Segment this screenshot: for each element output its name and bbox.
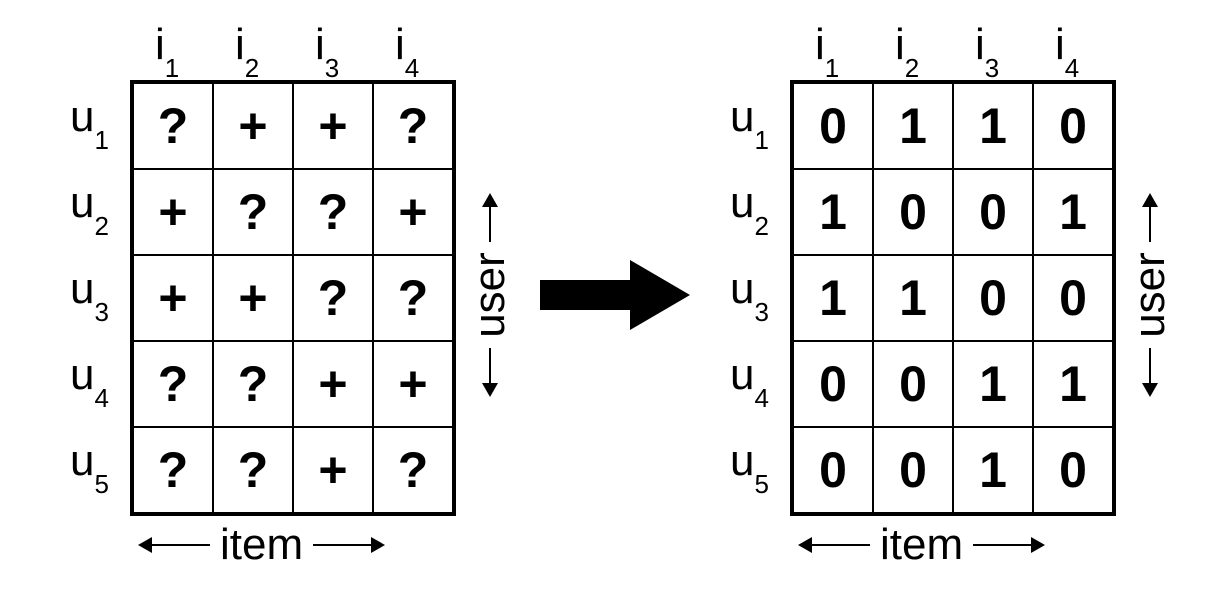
matrix-cell: + [373, 341, 453, 427]
matrix-cell: 1 [953, 341, 1033, 427]
row-header: u4 [730, 350, 769, 406]
user-axis-label: user [465, 195, 515, 395]
matrix-cell: + [213, 255, 293, 341]
matrix-cell: 0 [1033, 83, 1113, 169]
matrix-cell: + [213, 83, 293, 169]
matrix-cell: + [373, 169, 453, 255]
matrix-cell: 1 [793, 169, 873, 255]
item-axis-label: item [800, 520, 1043, 570]
row-header: u1 [70, 92, 109, 148]
matrix-cell: 0 [953, 255, 1033, 341]
matrix-cell: + [133, 255, 213, 341]
left-matrix-grid: ? + + ? + ? ? + + + ? ? ? ? + + ? ? + ? [130, 80, 456, 516]
matrix-cell: 0 [1033, 255, 1113, 341]
transform-arrow-icon [540, 255, 690, 340]
right-matrix-grid: 0 1 1 0 1 0 0 1 1 1 0 0 0 0 1 1 0 0 1 0 [790, 80, 1116, 516]
row-header: u5 [70, 436, 109, 492]
matrix-cell: + [293, 341, 373, 427]
row-header: u3 [730, 264, 769, 320]
matrix-cell: 0 [873, 169, 953, 255]
matrix-cell: 0 [873, 427, 953, 513]
user-axis-label: user [1125, 195, 1175, 395]
row-header: u5 [730, 436, 769, 492]
item-axis-label: item [140, 520, 383, 570]
matrix-cell: 0 [1033, 427, 1113, 513]
matrix-cell: ? [373, 83, 453, 169]
left-matrix-block: i1 i2 i3 i4 u1 u2 u3 u4 u5 ? + + ? + ? ?… [40, 20, 520, 580]
row-header: u1 [730, 92, 769, 148]
right-matrix-block: i1 i2 i3 i4 u1 u2 u3 u4 u5 0 1 1 0 1 0 0… [700, 20, 1180, 580]
matrix-cell: ? [373, 427, 453, 513]
matrix-cell: 0 [953, 169, 1033, 255]
matrix-cell: ? [133, 427, 213, 513]
matrix-cell: 1 [953, 427, 1033, 513]
matrix-cell: 0 [793, 341, 873, 427]
matrix-cell: + [293, 427, 373, 513]
matrix-cell: ? [213, 341, 293, 427]
matrix-cell: 0 [873, 341, 953, 427]
col-header: i3 [315, 20, 339, 76]
matrix-cell: + [133, 169, 213, 255]
diagram-canvas: i1 i2 i3 i4 u1 u2 u3 u4 u5 ? + + ? + ? ?… [0, 0, 1210, 602]
matrix-cell: ? [133, 83, 213, 169]
matrix-cell: ? [373, 255, 453, 341]
matrix-cell: + [293, 83, 373, 169]
matrix-cell: 1 [953, 83, 1033, 169]
row-header: u3 [70, 264, 109, 320]
matrix-cell: ? [133, 341, 213, 427]
col-header: i3 [975, 20, 999, 76]
matrix-cell: 1 [873, 83, 953, 169]
col-header: i1 [815, 20, 839, 76]
matrix-cell: 1 [1033, 169, 1113, 255]
matrix-cell: ? [213, 427, 293, 513]
row-header: u4 [70, 350, 109, 406]
matrix-cell: ? [293, 255, 373, 341]
matrix-cell: 1 [873, 255, 953, 341]
matrix-cell: 0 [793, 83, 873, 169]
col-header: i1 [155, 20, 179, 76]
matrix-cell: 0 [793, 427, 873, 513]
matrix-cell: ? [213, 169, 293, 255]
matrix-cell: 1 [793, 255, 873, 341]
row-header: u2 [70, 178, 109, 234]
col-header: i4 [395, 20, 419, 76]
col-header: i2 [235, 20, 259, 76]
matrix-cell: ? [293, 169, 373, 255]
col-header: i2 [895, 20, 919, 76]
row-header: u2 [730, 178, 769, 234]
matrix-cell: 1 [1033, 341, 1113, 427]
col-header: i4 [1055, 20, 1079, 76]
